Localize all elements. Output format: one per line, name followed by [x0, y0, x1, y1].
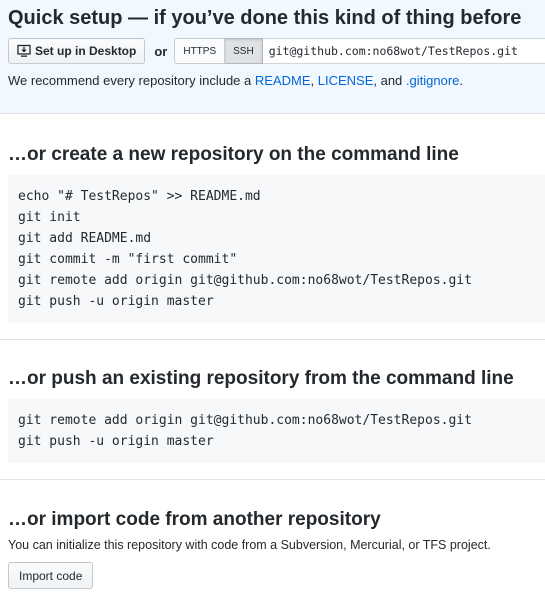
- recommend-sep-2: , and: [373, 73, 406, 88]
- section-divider: [0, 479, 545, 480]
- import-code-description: You can initialize this repository with …: [8, 538, 491, 552]
- clone-options-row: Set up in Desktop or HTTPS SSH git@githu…: [8, 38, 545, 64]
- code-line: git push -u origin master: [18, 434, 214, 449]
- push-existing-heading: …or push an existing repository from the…: [8, 368, 514, 389]
- code-line: git remote add origin git@github.com:no6…: [18, 413, 472, 428]
- desktop-download-icon: [17, 44, 31, 58]
- recommend-prefix: We recommend every repository include a: [8, 73, 255, 88]
- recommend-sep-1: ,: [310, 73, 318, 88]
- code-line: git init: [18, 210, 81, 225]
- push-existing-section: …or push an existing repository from the…: [0, 367, 545, 463]
- import-code-heading: …or import code from another repository: [8, 509, 381, 530]
- ssh-toggle[interactable]: SSH: [225, 38, 263, 64]
- or-label: or: [154, 43, 168, 59]
- import-code-section: …or import code from another repository …: [0, 508, 545, 589]
- quick-setup-title: Quick setup — if you’ve done this kind o…: [8, 7, 522, 29]
- gitignore-link[interactable]: .gitignore: [406, 73, 459, 88]
- new-repo-code-block[interactable]: echo "# TestRepos" >> README.md git init g…: [8, 175, 545, 323]
- https-toggle[interactable]: HTTPS: [174, 38, 226, 64]
- recommend-suffix: .: [459, 73, 464, 88]
- new-repo-section: …or create a new repository on the comma…: [0, 143, 545, 323]
- import-code-button[interactable]: Import code: [8, 562, 94, 589]
- code-line: git commit -m "first commit": [18, 252, 238, 267]
- code-line: git add README.md: [18, 231, 152, 246]
- code-line: git remote add origin git@github.com:no6…: [18, 273, 472, 288]
- code-line: echo "# TestRepos" >> README.md: [18, 189, 261, 204]
- clone-url-group: HTTPS SSH git@github.com:no68wot/TestRep…: [174, 38, 545, 64]
- recommend-text: We recommend every repository include a …: [8, 73, 537, 88]
- quick-setup-panel: Quick setup — if you’ve done this kind o…: [0, 0, 545, 114]
- section-divider: [0, 339, 545, 340]
- setup-in-desktop-button[interactable]: Set up in Desktop: [8, 38, 146, 64]
- new-repo-heading: …or create a new repository on the comma…: [8, 144, 459, 165]
- license-link[interactable]: LICENSE: [318, 73, 374, 88]
- clone-url-input[interactable]: git@github.com:no68wot/TestRepos.git: [262, 38, 545, 64]
- setup-in-desktop-label: Set up in Desktop: [35, 44, 137, 58]
- push-existing-code-block[interactable]: git remote add origin git@github.com:no6…: [8, 399, 545, 463]
- readme-link[interactable]: README: [255, 73, 311, 88]
- code-line: git push -u origin master: [18, 294, 214, 309]
